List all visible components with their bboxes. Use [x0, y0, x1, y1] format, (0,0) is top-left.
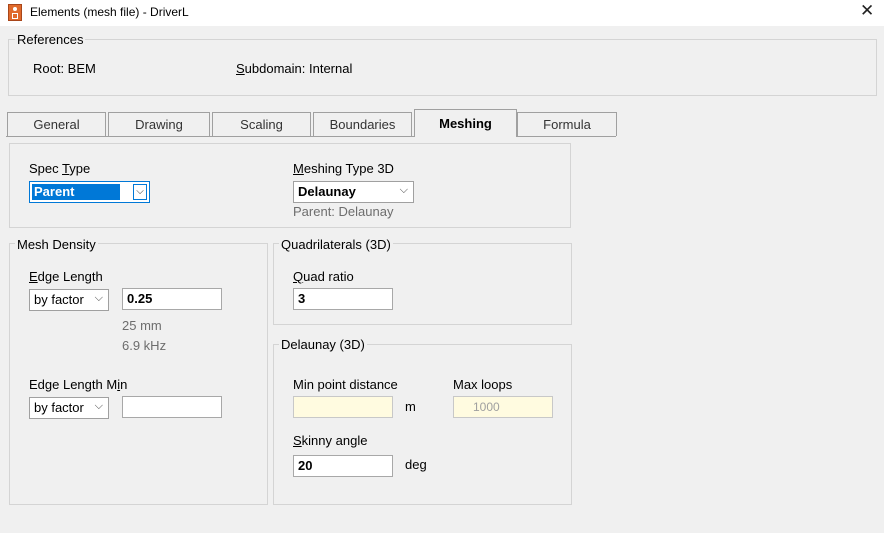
tab-boundaries[interactable]: Boundaries — [313, 112, 412, 136]
mesh-density-legend: Mesh Density — [15, 237, 98, 252]
quad-ratio-value: 3 — [298, 291, 306, 306]
edge-length-mode-dropdown[interactable]: by factor ⌵ — [29, 289, 109, 311]
edge-length-mode-value: by factor — [34, 292, 84, 307]
spec-type-dropdown[interactable]: Parent ⌵ — [29, 181, 150, 203]
chevron-down-icon[interactable]: ⌵ — [133, 184, 147, 200]
quadrilaterals-group — [273, 243, 572, 325]
chevron-down-icon[interactable]: ⌵ — [400, 184, 408, 197]
delaunay-group — [273, 344, 572, 505]
skinny-angle-label: Skinny angle — [293, 433, 368, 448]
chevron-down-icon[interactable]: ⌵ — [95, 400, 103, 413]
close-icon[interactable]: ✕ — [860, 1, 874, 21]
edge-length-value: 0.25 — [127, 291, 153, 306]
tab-meshing[interactable]: Meshing — [414, 109, 517, 137]
references-legend: References — [15, 32, 86, 47]
tab-scaling[interactable]: Scaling — [212, 112, 311, 136]
references-group — [8, 39, 877, 96]
edge-length-min-mode-dropdown[interactable]: by factor ⌵ — [29, 397, 109, 419]
quadrilaterals-legend: Quadrilaterals (3D) — [279, 237, 393, 252]
tab-baseline — [6, 136, 616, 137]
edge-length-input[interactable]: 0.25 — [122, 288, 222, 310]
chevron-down-icon[interactable]: ⌵ — [95, 292, 103, 305]
spec-type-value: Parent — [32, 184, 121, 200]
meshing-type-value: Delaunay — [298, 184, 356, 199]
max-loops-input[interactable]: 1000 — [453, 396, 553, 418]
meshing-type-label: Meshing Type 3D — [293, 161, 394, 176]
skinny-angle-value: 20 — [298, 458, 313, 473]
quad-ratio-input[interactable]: 3 — [293, 288, 393, 310]
min-point-distance-input[interactable] — [293, 396, 393, 418]
meshing-type-dropdown[interactable]: Delaunay ⌵ — [293, 181, 414, 203]
tab-general[interactable]: General — [7, 112, 106, 136]
edge-length-min-mode-value: by factor — [34, 400, 84, 415]
skinny-angle-input[interactable]: 20 — [293, 455, 393, 477]
quad-ratio-label: Quad ratio — [293, 269, 354, 284]
edge-length-mm: 25 mm — [122, 318, 162, 333]
max-loops-placeholder: 1000 — [473, 400, 500, 414]
delaunay-legend: Delaunay (3D) — [279, 337, 367, 352]
max-loops-label: Max loops — [453, 377, 513, 392]
window-title: Elements (mesh file) - DriverL — [30, 5, 189, 19]
skinny-angle-unit: deg — [405, 457, 427, 472]
edge-length-freq: 6.9 kHz — [122, 338, 167, 353]
min-point-distance-label: Min point distance — [293, 377, 398, 392]
min-point-distance-unit: m — [405, 399, 416, 414]
edge-length-min-input[interactable] — [122, 396, 222, 418]
app-icon — [8, 4, 22, 21]
tab-formula[interactable]: Formula — [517, 112, 617, 136]
edge-length-label: Edge Length — [29, 269, 103, 284]
edge-length-min-label: Edge Length Min — [29, 377, 128, 392]
root-label: Root: BEM — [33, 61, 96, 76]
subdomain-label: Subdomain: Internal — [236, 61, 353, 76]
meshing-parent-note: Parent: Delaunay — [293, 204, 394, 219]
tab-drawing[interactable]: Drawing — [108, 112, 210, 136]
spec-type-label: Spec Type — [29, 161, 91, 176]
